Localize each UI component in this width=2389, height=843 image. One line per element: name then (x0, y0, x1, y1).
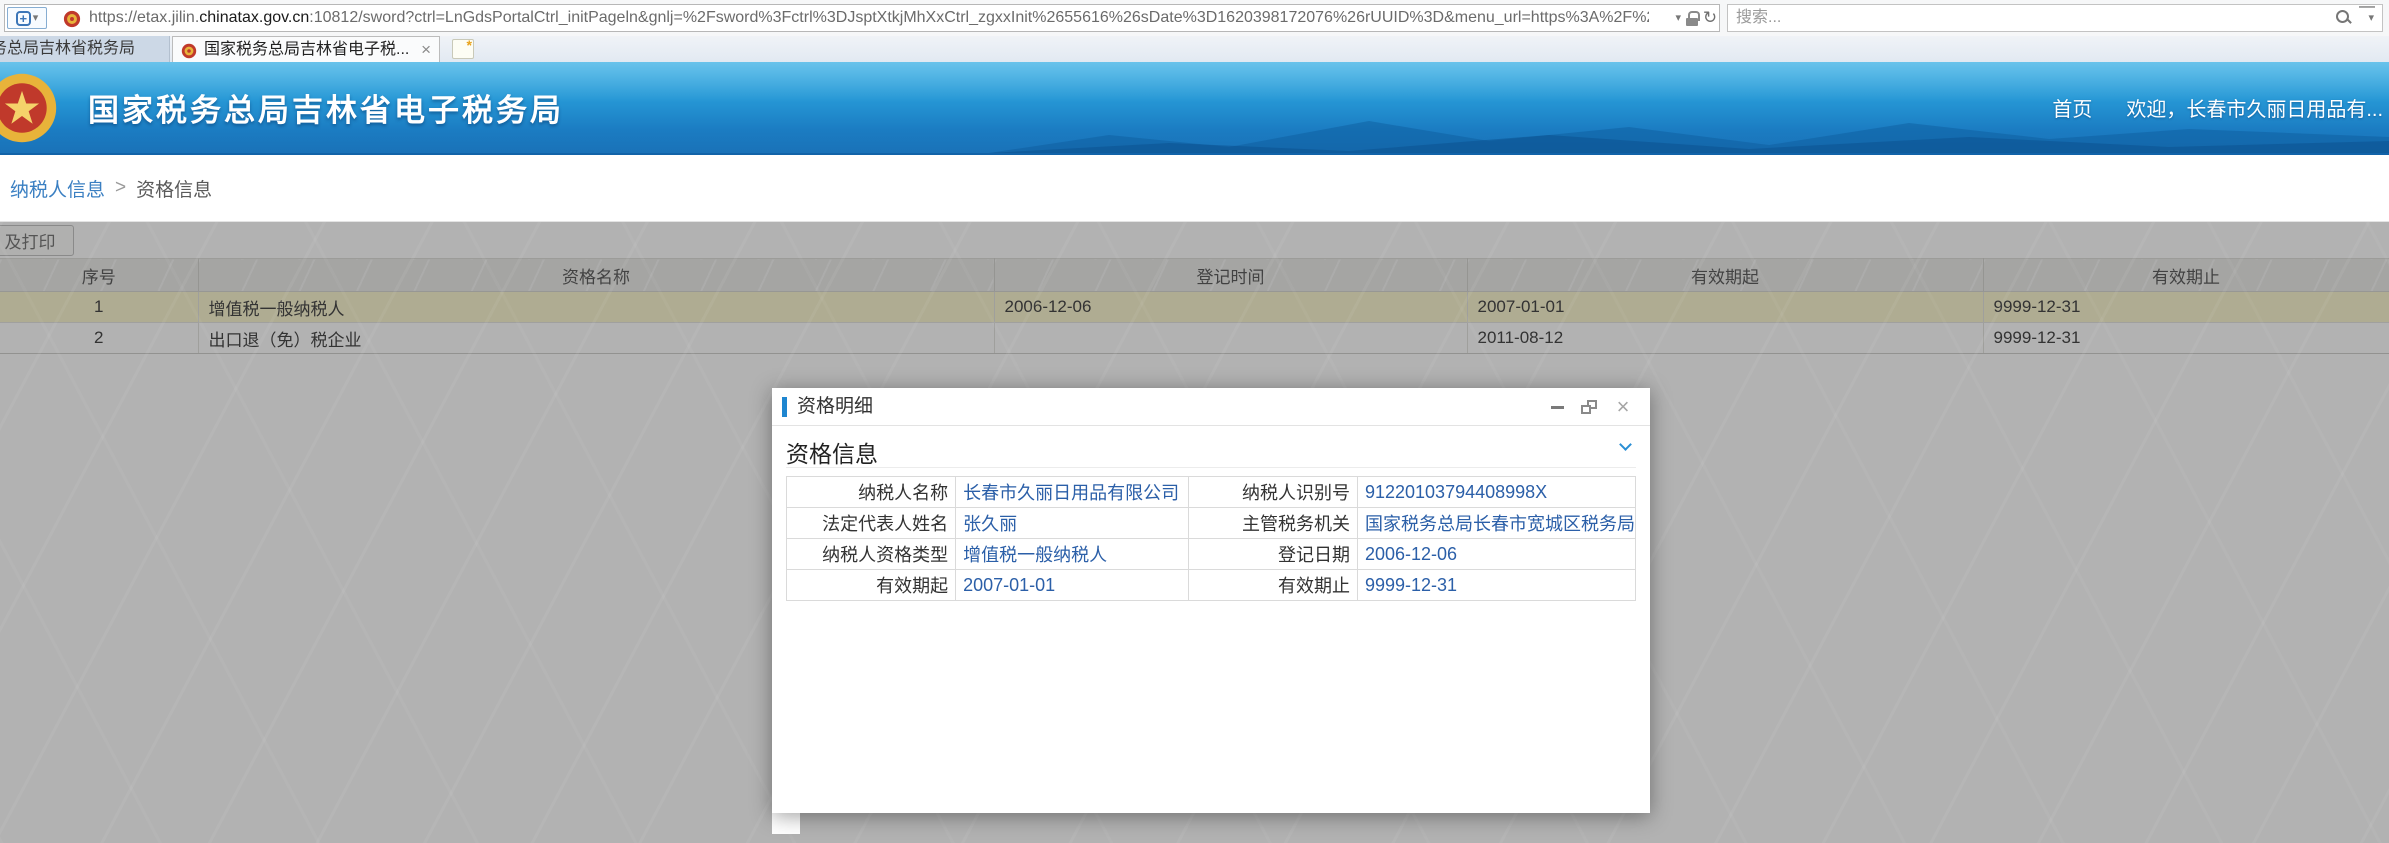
shield-plus-icon: + (16, 11, 31, 26)
safety-shield-button[interactable]: + ▾ (7, 7, 47, 29)
site-emblem-icon (63, 10, 81, 28)
search-icon[interactable] (2336, 10, 2352, 26)
lock-icon (1685, 11, 1699, 26)
field-value-taxpayer-id: 91220103794408998X (1357, 477, 1635, 508)
tax-emblem-icon (0, 70, 60, 146)
tab-jilin-tax-bureau[interactable]: 务总局吉林省税务局 (0, 36, 170, 62)
field-label-taxpayer-name: 纳税人名称 (787, 477, 956, 508)
refresh-icon[interactable]: ↻ (1701, 5, 1719, 31)
site-title: 国家税务总局吉林省电子税务局 (88, 85, 564, 130)
url-scheme-host: https://etax.jilin. (89, 9, 199, 26)
field-label-valid-from: 有效期起 (787, 570, 956, 601)
qualification-detail-modal: 资格明细 × 资格信息 纳税人名称 长春市久丽日用品有限公司 纳税人识别号 91… (772, 388, 1650, 813)
tab-favicon-emblem-icon (181, 42, 197, 58)
collapse-chevron-icon[interactable] (1619, 438, 1632, 451)
section-title: 资格信息 (786, 435, 878, 469)
url-path: :10812/sword?ctrl=LnGdsPortalCtrl_initPa… (309, 9, 1649, 26)
url-dropdown-icon[interactable]: ▾ (1675, 13, 1681, 24)
breadcrumb-current: 资格信息 (136, 175, 212, 202)
title-accent-bar (782, 397, 787, 417)
new-tab-button[interactable]: * (452, 39, 474, 59)
field-value-taxpayer-name: 长春市久丽日用品有限公司 (956, 477, 1189, 508)
search-box[interactable]: ▾ (1727, 4, 2383, 32)
breadcrumb-separator-icon: > (115, 177, 126, 199)
modal-body: 资格信息 纳税人名称 长春市久丽日用品有限公司 纳税人识别号 912201037… (772, 426, 1650, 601)
detail-row: 有效期起 2007-01-01 有效期止 9999-12-31 (787, 570, 1636, 601)
section-header: 资格信息 (786, 426, 1636, 468)
field-label-qualification-type: 纳税人资格类型 (787, 539, 956, 570)
modal-restore-icon[interactable] (1580, 388, 1598, 426)
screen: + ▾ https://etax.jilin.chinatax.gov.cn:1… (0, 0, 2389, 843)
search-input[interactable] (1736, 6, 2296, 30)
field-value-tax-authority: 国家税务总局长春市宽城区税务局 (1357, 508, 1635, 539)
modal-close-icon[interactable]: × (1614, 388, 1632, 426)
tab-etax-active[interactable]: 国家税务总局吉林省电子税... × (172, 36, 440, 62)
breadcrumb: 纳税人信息 > 资格信息 (0, 155, 2389, 222)
address-bar[interactable]: + ▾ https://etax.jilin.chinatax.gov.cn:1… (4, 4, 1720, 32)
field-value-legal-rep: 张久丽 (956, 508, 1189, 539)
welcome-text[interactable]: 欢迎，长春市久丽日用品有... (2126, 93, 2383, 122)
field-label-tax-authority: 主管税务机关 (1189, 508, 1358, 539)
modal-title: 资格明细 (797, 388, 873, 426)
url-text[interactable]: https://etax.jilin.chinatax.gov.cn:10812… (89, 5, 1649, 31)
detail-row: 法定代表人姓名 张久丽 主管税务机关 国家税务总局长春市宽城区税务局 (787, 508, 1636, 539)
site-banner: 国家税务总局吉林省电子税务局 首页 欢迎，长春市久丽日用品有... (0, 62, 2389, 155)
breadcrumb-parent-link[interactable]: 纳税人信息 (10, 175, 105, 202)
field-label-valid-to: 有效期止 (1189, 570, 1358, 601)
field-label-taxpayer-id: 纳税人识别号 (1189, 477, 1358, 508)
field-value-valid-from: 2007-01-01 (956, 570, 1189, 601)
detail-row: 纳税人资格类型 增值税一般纳税人 登记日期 2006-12-06 (787, 539, 1636, 570)
field-value-qualification-type: 增值税一般纳税人 (956, 539, 1189, 570)
tab-label: 国家税务总局吉林省电子税... (204, 37, 414, 63)
field-value-register-date: 2006-12-06 (1357, 539, 1635, 570)
chevron-down-icon: ▾ (33, 13, 39, 24)
tab-label: 务总局吉林省税务局 (0, 40, 135, 57)
detail-row: 纳税人名称 长春市久丽日用品有限公司 纳税人识别号 91220103794408… (787, 477, 1636, 508)
field-label-register-date: 登记日期 (1189, 539, 1358, 570)
browser-toolbar: + ▾ https://etax.jilin.chinatax.gov.cn:1… (0, 0, 2389, 36)
field-label-legal-rep: 法定代表人姓名 (787, 508, 956, 539)
window-minimize-icon[interactable]: — (2359, 0, 2375, 16)
tab-close-icon[interactable]: × (421, 37, 431, 63)
new-tab-star-icon: * (467, 37, 472, 53)
banner-user-area: 首页 欢迎，长春市久丽日用品有... (2052, 62, 2383, 153)
detail-table: 纳税人名称 长春市久丽日用品有限公司 纳税人识别号 91220103794408… (786, 476, 1636, 601)
modal-titlebar: 资格明细 × (772, 388, 1650, 426)
home-link[interactable]: 首页 (2052, 93, 2092, 122)
url-domain: chinatax.gov.cn (199, 9, 309, 26)
modal-corner-artifact (772, 813, 800, 834)
tab-bar: 务总局吉林省税务局 国家税务总局吉林省电子税... × * (0, 36, 2389, 62)
field-value-valid-to: 9999-12-31 (1357, 570, 1635, 601)
modal-minimize-icon[interactable] (1548, 388, 1566, 426)
